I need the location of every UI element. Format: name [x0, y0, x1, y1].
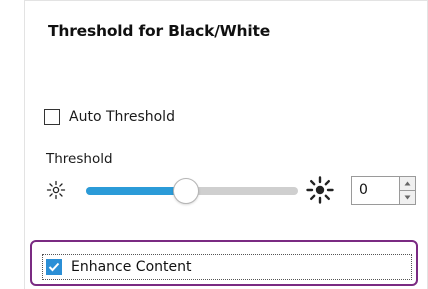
- sun-bright-icon: [306, 176, 334, 204]
- panel-frame-left: [24, 0, 25, 289]
- auto-threshold-label[interactable]: Auto Threshold: [69, 109, 175, 125]
- threshold-label: Threshold: [46, 151, 113, 167]
- spin-down-button[interactable]: [399, 191, 416, 205]
- panel-frame-top: [24, 0, 428, 1]
- spin-buttons: [399, 176, 416, 205]
- enhance-content-row[interactable]: Enhance Content: [42, 254, 412, 280]
- threshold-slider[interactable]: [86, 178, 298, 204]
- threshold-value-input[interactable]: 0: [351, 176, 399, 205]
- panel-title: Threshold for Black/White: [48, 22, 271, 40]
- enhance-content-label[interactable]: Enhance Content: [71, 259, 191, 275]
- threshold-spinbox[interactable]: 0: [351, 176, 416, 205]
- enhance-content-checkbox[interactable]: [46, 259, 62, 275]
- slider-fill: [86, 187, 186, 195]
- triangle-up-icon: [404, 181, 411, 186]
- auto-threshold-row[interactable]: Auto Threshold: [44, 106, 175, 128]
- checkmark-icon: [48, 262, 60, 272]
- sun-dim-icon: [46, 180, 66, 200]
- triangle-down-icon: [404, 195, 411, 200]
- slider-thumb[interactable]: [172, 178, 199, 204]
- auto-threshold-checkbox[interactable]: [44, 109, 60, 125]
- spin-up-button[interactable]: [399, 176, 416, 191]
